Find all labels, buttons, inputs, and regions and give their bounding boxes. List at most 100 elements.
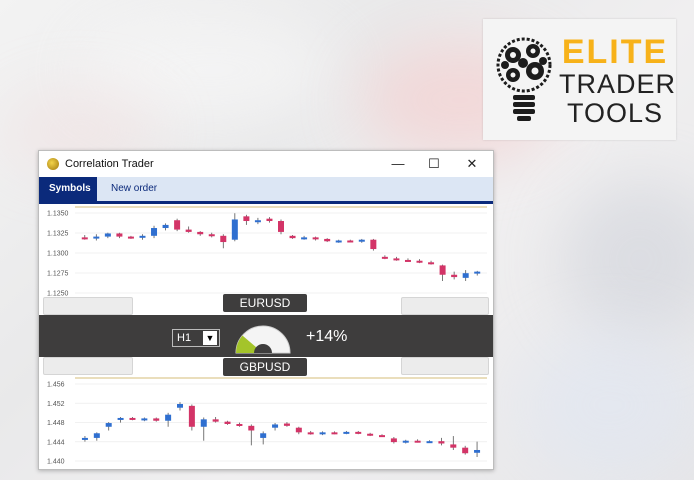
symbol-label-gbpusd[interactable]: GBPUSD <box>223 358 307 376</box>
candle-body <box>188 405 195 427</box>
y-tick-label: 1.444 <box>47 439 65 446</box>
tab-bar: Symbols New order <box>39 177 493 204</box>
close-button[interactable]: ✕ <box>457 154 487 174</box>
candle-body <box>355 431 362 434</box>
candle-body <box>243 216 250 222</box>
maximize-button[interactable]: ☐ <box>419 154 449 174</box>
candle-body <box>335 240 342 243</box>
candle-body <box>426 441 433 444</box>
candle-body <box>324 238 331 242</box>
candle-body <box>393 258 400 261</box>
logo-word-trader: TRADER <box>559 69 677 99</box>
candle-body <box>220 235 227 243</box>
candle-body <box>93 433 100 438</box>
candle-body <box>416 260 423 263</box>
y-tick-label: 1.1350 <box>47 211 69 218</box>
right-panel-button[interactable] <box>401 297 489 315</box>
candle-body <box>254 220 261 223</box>
eurusd-chart: 1.1350 1.1325 1.1300 1.1275 1.1250 <box>39 204 493 299</box>
candle-body <box>358 239 365 242</box>
logo-word-tools: TOOLS <box>566 98 664 128</box>
app-icon <box>47 158 59 170</box>
candle-body <box>367 433 374 436</box>
candle-body <box>177 404 183 408</box>
candle-body <box>331 432 338 435</box>
candle-body <box>260 433 267 438</box>
y-tick-label: 1.456 <box>47 382 65 389</box>
candle-body <box>347 240 354 243</box>
candle-body <box>272 424 279 428</box>
candle-body <box>212 419 219 422</box>
candle-body <box>197 231 204 235</box>
candle-body <box>370 239 377 250</box>
title-bar[interactable]: Correlation Trader — ☐ ✕ <box>39 151 493 177</box>
candle-body <box>439 265 446 275</box>
candle-body <box>301 237 308 240</box>
left-panel-button-lower[interactable] <box>43 357 133 375</box>
candle-body <box>248 425 255 431</box>
candle-body <box>105 423 112 427</box>
candle-body <box>116 233 123 237</box>
candle-body <box>127 236 134 239</box>
candle-body <box>379 435 385 438</box>
chevron-down-icon[interactable]: ▼ <box>203 331 217 345</box>
window-title: Correlation Trader <box>65 158 154 170</box>
candle-body <box>208 234 215 237</box>
y-tick-label: 1.1325 <box>47 231 69 238</box>
candle-body <box>153 418 160 421</box>
candle-body <box>200 419 207 427</box>
candle-body <box>438 441 445 444</box>
y-tick-label: 1.452 <box>47 401 65 408</box>
y-tick-label: 1.1300 <box>47 251 69 258</box>
symbol-label-eurusd[interactable]: EURUSD <box>223 294 307 312</box>
candle-body <box>283 423 290 426</box>
eurusd-candles: 1.13501.13251.13001.12751.1250 <box>47 206 487 298</box>
candle-body <box>185 229 192 232</box>
candle-body <box>266 218 273 222</box>
correlation-gauge <box>235 325 291 354</box>
candle-body <box>381 256 388 259</box>
background-blur <box>560 180 694 340</box>
candle-body <box>236 423 243 426</box>
y-tick-label: 1.440 <box>47 459 65 466</box>
candle-body <box>390 438 397 443</box>
candle-body <box>295 427 302 433</box>
candle-body <box>462 273 469 278</box>
gbpusd-chart: 1.456 1.452 1.448 1.444 1.440 <box>39 375 493 467</box>
y-tick-label: 1.448 <box>47 420 65 427</box>
elite-trader-tools-logo: ELITE TRADER TOOLS <box>483 19 676 140</box>
correlation-percent: +14% <box>306 328 348 345</box>
minimize-button[interactable]: — <box>383 154 413 174</box>
background-blur <box>520 330 694 480</box>
right-panel-button-lower[interactable] <box>401 357 489 375</box>
candle-body <box>414 440 421 443</box>
candle-body <box>474 271 481 274</box>
candle-body <box>174 220 181 230</box>
candle-body <box>343 431 350 434</box>
candle-body <box>129 417 136 420</box>
timeframe-value: H1 <box>177 332 192 344</box>
candle-body <box>404 259 411 262</box>
candle-body <box>451 274 458 278</box>
candle-body <box>312 237 319 240</box>
left-panel-button[interactable] <box>43 297 133 315</box>
candle-body <box>162 224 169 229</box>
candle-body <box>462 447 469 454</box>
candle-body <box>402 440 409 443</box>
lightbulb-gears-icon <box>496 37 552 121</box>
candle-body <box>141 418 148 421</box>
candle-body <box>289 235 296 239</box>
correlation-trader-window: Correlation Trader — ☐ ✕ Symbols New ord… <box>38 150 494 470</box>
candle-body <box>81 437 88 440</box>
candle-body <box>224 421 231 424</box>
candle-body <box>139 235 146 238</box>
timeframe-select[interactable]: H1 ▼ <box>172 329 220 347</box>
candle-body <box>165 414 172 421</box>
gbpusd-candles: 1.456 1.452 1.448 1.444 1.440 <box>47 377 487 466</box>
candle-body <box>93 236 100 239</box>
candle-body <box>319 432 326 435</box>
candle-body <box>104 233 111 237</box>
tab-symbols[interactable]: Symbols <box>39 177 97 201</box>
tab-new-order[interactable]: New order <box>101 177 167 201</box>
logo-word-elite: ELITE <box>561 33 669 71</box>
